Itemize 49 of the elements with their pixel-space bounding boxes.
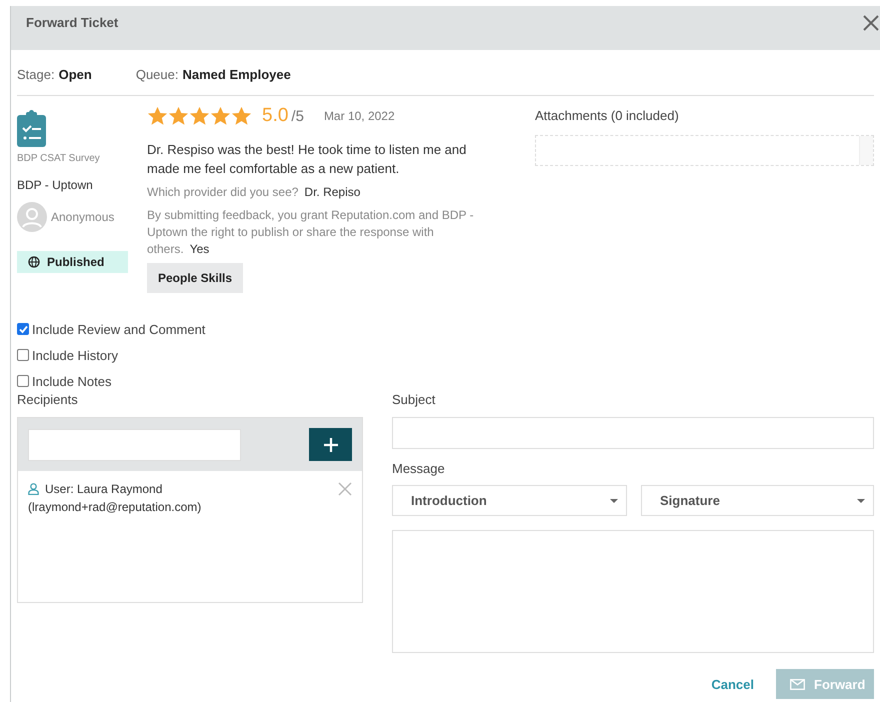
tag: People Skills (147, 263, 244, 293)
meta-value: Named Employee (182, 67, 291, 82)
survey-response: Which provider did you see? Dr. Repiso (147, 184, 360, 201)
star-icon (147, 106, 168, 126)
plus-icon (322, 436, 338, 452)
globe-icon (28, 256, 40, 268)
dialog-title: Forward Ticket (26, 15, 118, 30)
status-label: Published (47, 255, 104, 269)
message-label: Message (392, 461, 446, 478)
template-dropdown[interactable]: Introduction (392, 485, 627, 516)
add-button[interactable] (309, 428, 352, 461)
clipboard-checklist-icon (17, 110, 46, 147)
meta-label: Queue: (136, 67, 178, 82)
review-comment: Dr. Respiso was the best! He took time to listen me and made me feel comfortable as a new patient. (147, 141, 468, 178)
checkbox-label: Include Review and Comment (32, 322, 206, 336)
meta-label: Stage: (17, 67, 55, 82)
subject-label: Subject (392, 392, 436, 409)
survey-name: BDP CSAT Survey (17, 153, 100, 164)
caret-icon (610, 498, 618, 502)
attachments-label: Attachments (0 included) (535, 108, 680, 123)
cancel-button[interactable]: Cancel (711, 676, 754, 692)
star-icon (189, 106, 210, 126)
checkbox[interactable] (17, 349, 29, 361)
checkbox[interactable] (17, 375, 29, 387)
close-icon[interactable] (862, 14, 880, 32)
recipient-field[interactable] (28, 428, 241, 460)
location-name: BDP - Uptown (17, 178, 93, 192)
caret-icon (857, 498, 865, 502)
checkbox[interactable] (17, 323, 29, 335)
star-icon (231, 106, 252, 126)
review-date: Mar 10, 2022 (324, 109, 395, 123)
star-icon (210, 106, 231, 126)
checkbox-label: Include Notes (32, 374, 112, 388)
message-field[interactable] (392, 530, 874, 653)
recipient-name: User: Laura Raymond (45, 481, 162, 498)
envelope-icon (790, 678, 805, 690)
recipients-label: Recipients (17, 392, 79, 409)
template-dropdown[interactable]: Signature (641, 485, 874, 516)
rating-value: 5.0 (262, 105, 288, 127)
subject-field[interactable] (392, 417, 874, 449)
meta-value: Open (58, 67, 92, 82)
survey-response: By submitting feedback, you grant Reputation.com and BDP - Uptown the right to publish or share the response with others. Yes (147, 207, 475, 258)
user-icon (28, 483, 39, 495)
author-name: Anonymous (51, 210, 114, 224)
star-icon (168, 106, 189, 126)
rating-scale: /5 (291, 108, 304, 124)
recipient-email: (lraymond+rad@reputation.com) (28, 499, 202, 516)
checkbox-label: Include History (32, 348, 118, 362)
avatar-icon (17, 202, 47, 232)
